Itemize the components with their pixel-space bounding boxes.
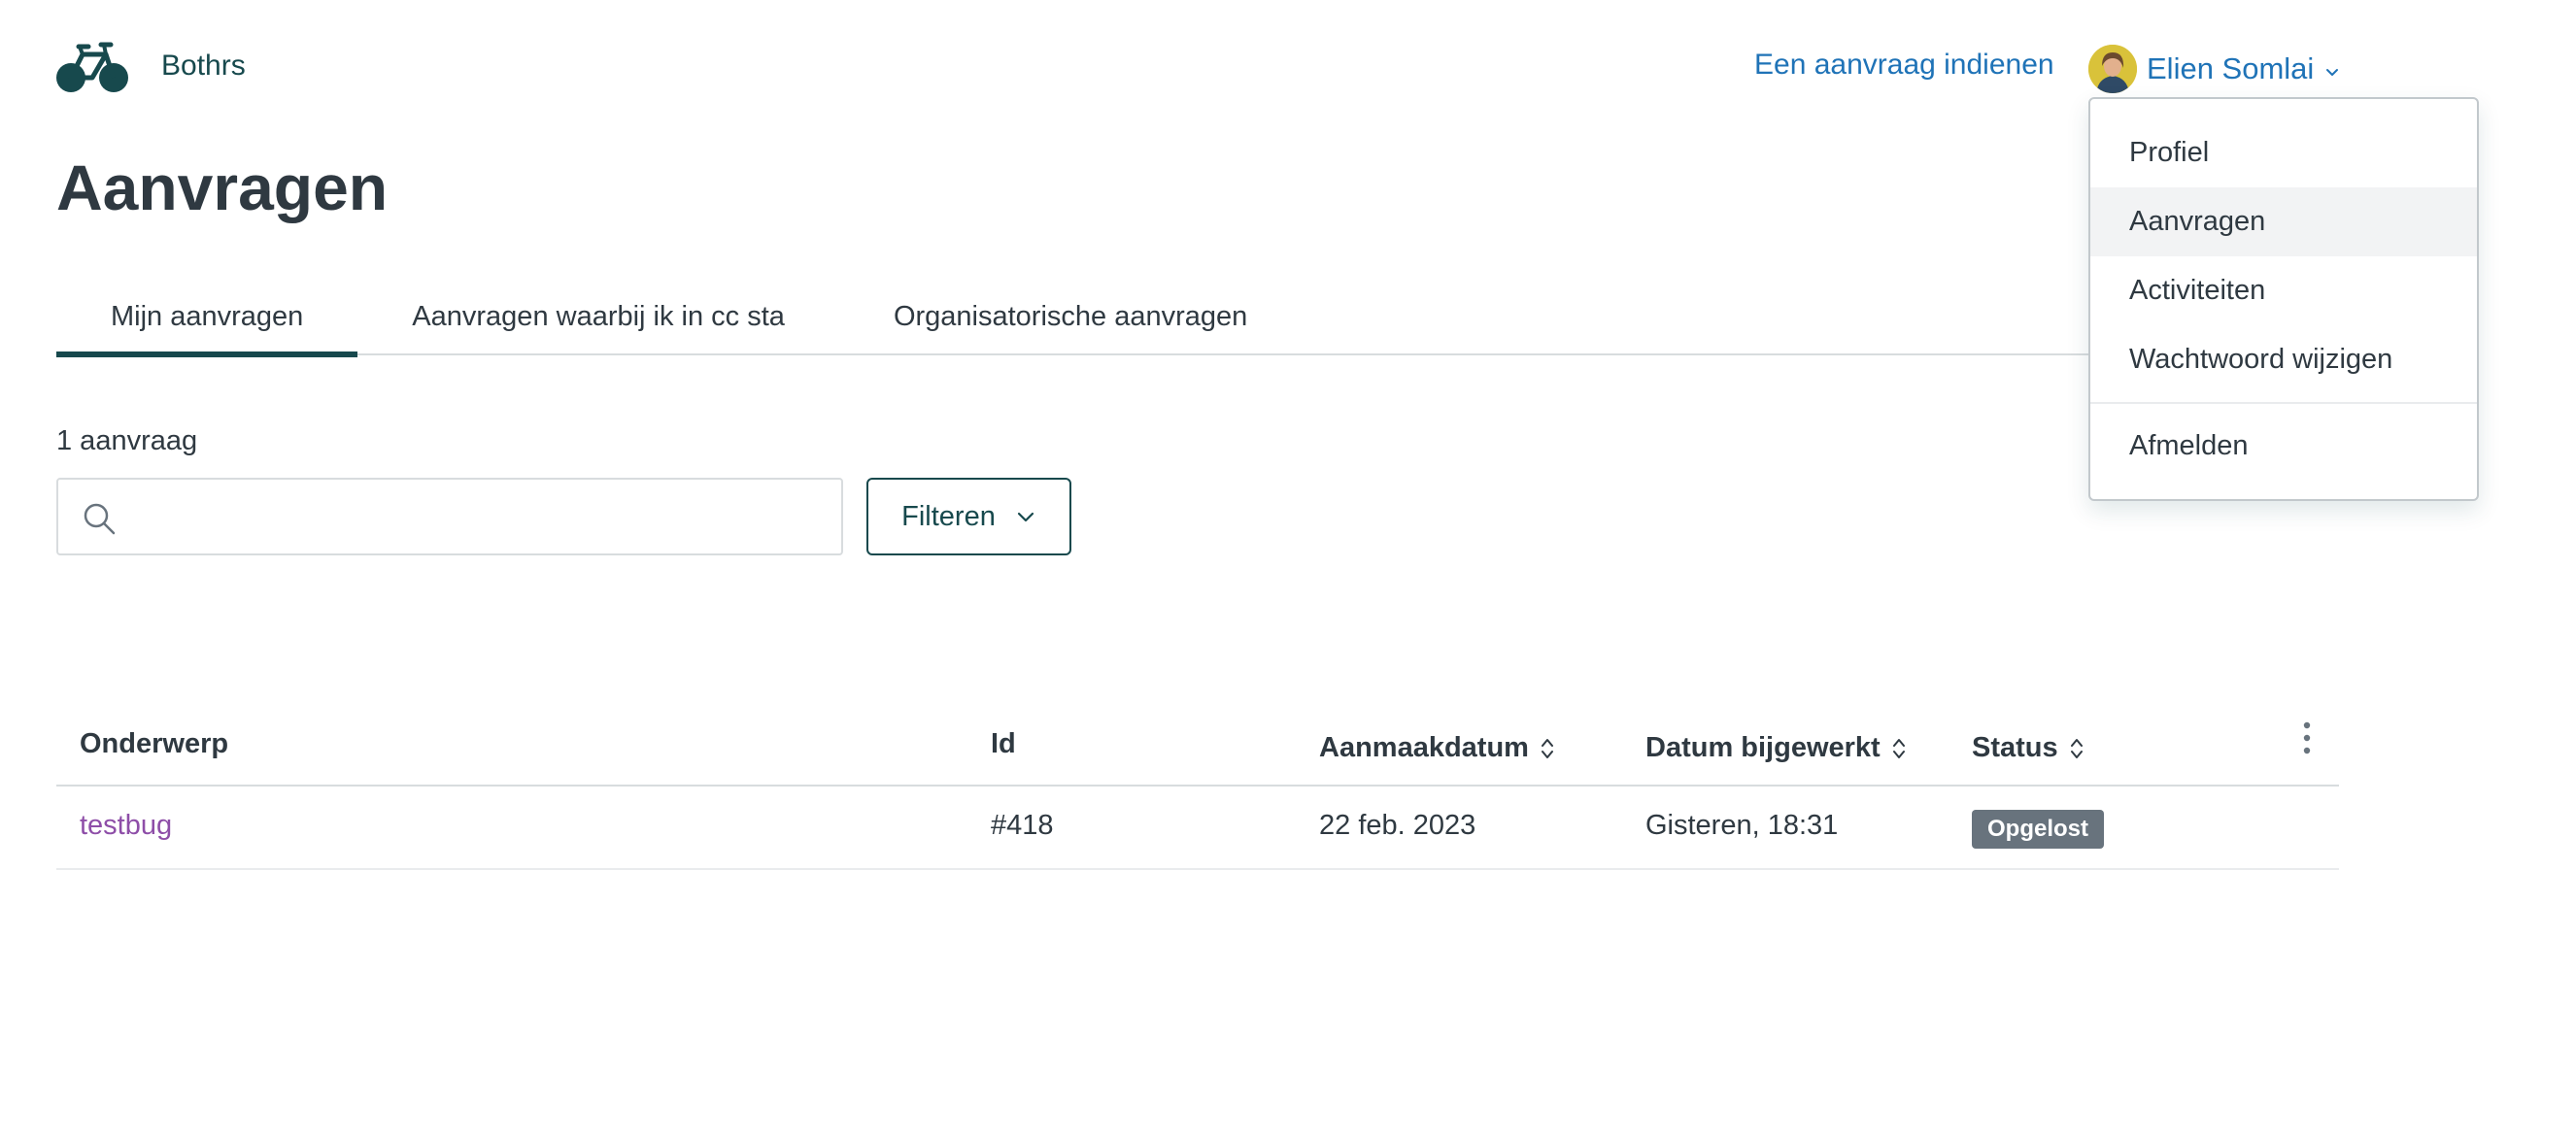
column-header-label: Datum bijgewerkt — [1645, 732, 1881, 763]
menu-item-activiteiten[interactable]: Activiteiten — [2090, 256, 2477, 325]
menu-item-afmelden[interactable]: Afmelden — [2090, 412, 2477, 481]
user-dropdown-menu: Profiel Aanvragen Activiteiten Wachtwoor… — [2088, 97, 2479, 501]
column-header-aanmaakdatum[interactable]: Aanmaakdatum — [1319, 732, 1556, 764]
status-badge: Opgelost — [1972, 810, 2105, 849]
sort-icon — [1541, 738, 1553, 758]
bicycle-logo-icon — [56, 42, 128, 92]
search-icon — [84, 503, 116, 535]
column-header-label: Aanmaakdatum — [1319, 732, 1529, 763]
table-header: Onderwerp Id Aanmaakdatum Datum bijgewer… — [56, 709, 2339, 787]
column-header-label: Onderwerp — [80, 728, 229, 759]
search-box — [56, 478, 843, 555]
column-header-onderwerp: Onderwerp — [80, 728, 228, 760]
user-menu-toggle[interactable]: Elien Somlai — [2088, 45, 2341, 93]
page-title: Aanvragen — [56, 151, 389, 223]
tab-list: Mijn aanvragen Aanvragen waarbij ik in c… — [56, 291, 2339, 357]
column-header-status[interactable]: Status — [1972, 732, 2085, 764]
result-count: 1 aanvraag — [56, 425, 198, 456]
avatar-image-icon — [2088, 45, 2137, 93]
request-subject-link[interactable]: testbug — [80, 810, 172, 842]
tab-mijn-aanvragen[interactable]: Mijn aanvragen — [56, 291, 358, 357]
menu-item-profiel[interactable]: Profiel — [2090, 118, 2477, 187]
sort-icon — [2070, 738, 2083, 758]
menu-item-wachtwoord-wijzigen[interactable]: Wachtwoord wijzigen — [2090, 325, 2477, 394]
brand-name: Bothrs — [161, 50, 246, 82]
menu-divider — [2090, 402, 2477, 404]
user-name: Elien Somlai — [2147, 51, 2315, 85]
filter-button[interactable]: Filteren — [866, 478, 1071, 555]
column-header-label: Status — [1972, 732, 2058, 763]
column-header-label: Id — [991, 728, 1016, 759]
requests-table: Onderwerp Id Aanmaakdatum Datum bijgewer… — [56, 709, 2339, 870]
tab-aanvragen-cc[interactable]: Aanvragen waarbij ik in cc sta — [357, 291, 839, 355]
brand-home-link[interactable]: Bothrs — [56, 39, 246, 93]
table-row: testbug #418 22 feb. 2023 Gisteren, 18:3… — [56, 787, 2339, 870]
filter-label: Filteren — [901, 500, 996, 532]
page: Bothrs Een aanvraag indienen Elien Somla… — [0, 0, 2576, 1138]
request-updated-date: Gisteren, 18:31 — [1645, 810, 1839, 841]
sort-icon — [1892, 738, 1905, 758]
request-id: #418 — [991, 810, 1054, 841]
avatar — [2088, 45, 2137, 93]
search-input[interactable] — [132, 489, 822, 544]
column-header-id: Id — [991, 728, 1016, 760]
more-vertical-icon[interactable] — [2300, 720, 2314, 755]
request-created-date: 22 feb. 2023 — [1319, 810, 1476, 841]
chevron-down-icon — [2326, 69, 2339, 76]
tab-organisatorische-aanvragen[interactable]: Organisatorische aanvragen — [839, 291, 1302, 355]
column-header-datum-bijgewerkt[interactable]: Datum bijgewerkt — [1645, 732, 1908, 764]
submit-request-link[interactable]: Een aanvraag indienen — [1754, 49, 2054, 82]
chevron-down-icon — [1017, 512, 1034, 522]
menu-item-aanvragen[interactable]: Aanvragen — [2090, 187, 2477, 256]
